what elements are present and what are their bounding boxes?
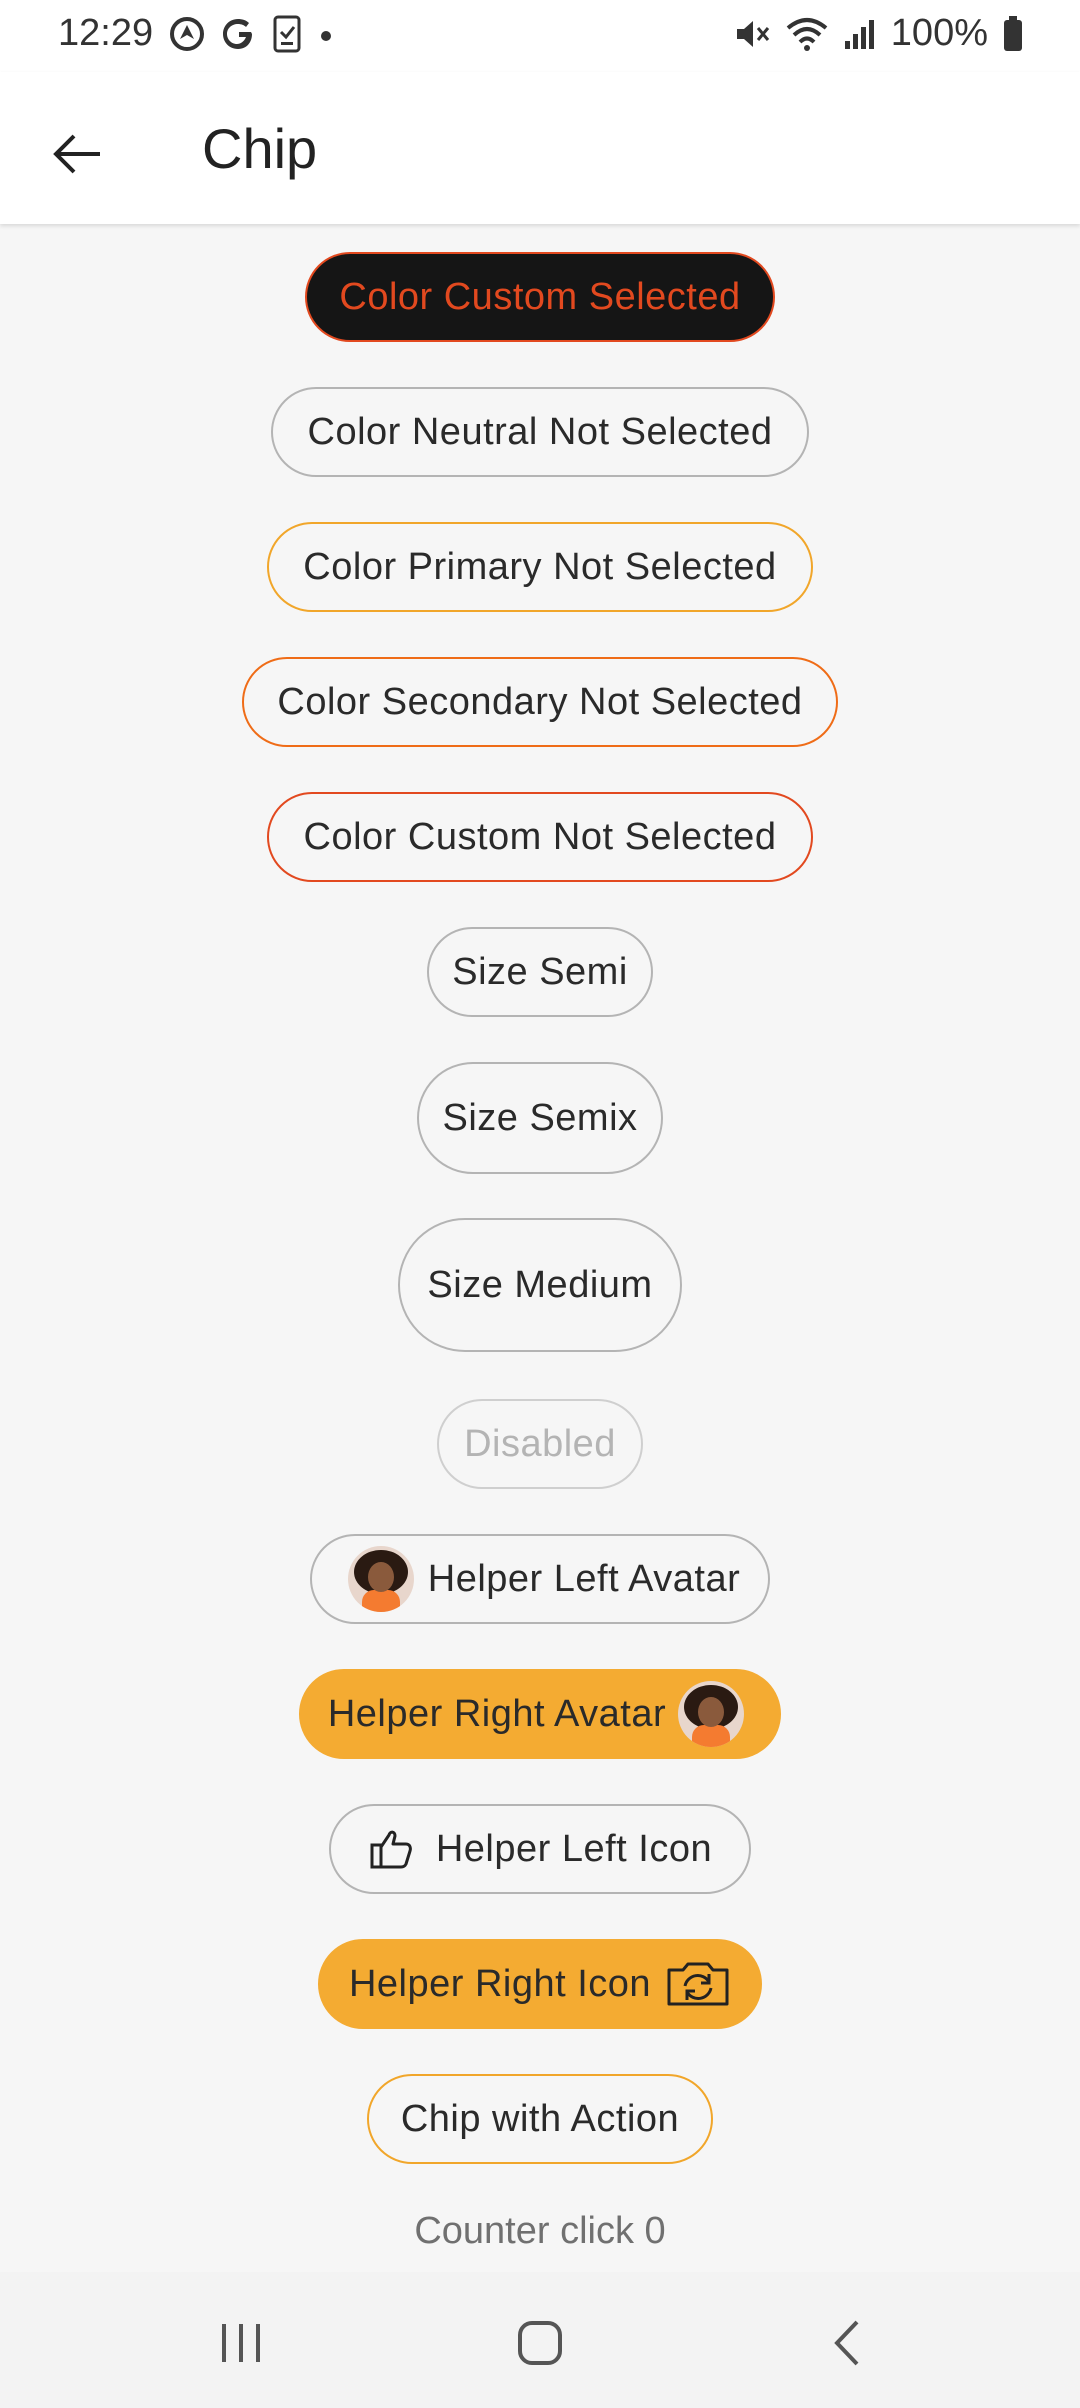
chip-label: Color Custom Selected [339,275,741,318]
battery-percent: 100% [890,12,988,54]
thumbs-up-icon [370,1830,412,1869]
signal-icon [843,17,877,51]
back-icon [834,2320,859,2366]
chip-label: Size Medium [427,1263,653,1306]
home-icon [518,2321,562,2365]
chip-color-primary-not-selected[interactable]: Color Primary Not Selected [267,522,813,612]
app-bar: Chip [0,72,1080,224]
chip-label: Helper Right Icon [348,1962,652,2005]
recent-apps-icon [222,2324,260,2362]
chip-label: Helper Left Icon [435,1827,713,1870]
chip-label: Color Secondary Not Selected [277,680,803,723]
status-left-icons [168,14,336,54]
chip-color-secondary-not-selected[interactable]: Color Secondary Not Selected [242,657,838,747]
status-bar: 12:29 100% [0,0,1080,72]
arrow-left-icon [53,134,100,174]
chip-label: Size Semix [442,1096,638,1139]
chip-label: Chip with Action [400,2097,680,2140]
chip-size-semi[interactable]: Size Semi [427,927,653,1017]
nav-bar [0,2272,1080,2408]
mute-icon [733,15,771,53]
google-icon [220,15,258,53]
chip-color-neutral-not-selected[interactable]: Color Neutral Not Selected [271,387,809,477]
location-icon [168,15,206,53]
chip-with-action[interactable]: Chip with Action [367,2074,713,2164]
back-button[interactable] [36,112,120,196]
avatar [347,1546,414,1612]
home-button[interactable] [485,2298,595,2388]
chip-label: Disabled [464,1422,616,1465]
recent-apps-button[interactable] [186,2298,296,2388]
chip-helper-left-avatar[interactable]: Helper Left Avatar [310,1534,770,1624]
chip-label: Helper Right Avatar [327,1692,667,1735]
chip-color-custom-not-selected[interactable]: Color Custom Not Selected [267,792,813,882]
wifi-icon [785,15,829,53]
chip-label: Color Primary Not Selected [303,545,777,588]
page-title: Chip [202,117,318,180]
avatar [678,1681,745,1747]
chip-size-semix[interactable]: Size Semix [417,1062,663,1174]
status-time: 12:29 [58,12,154,54]
dot-icon [316,24,336,44]
chip-color-custom-selected[interactable]: Color Custom Selected [305,252,775,342]
chip-label: Size Semi [452,950,628,993]
clipboard-check-icon [272,14,302,54]
chip-size-medium[interactable]: Size Medium [398,1218,682,1352]
chip-label: Helper Left Avatar [427,1557,741,1600]
nav-back-button[interactable] [792,2298,902,2388]
status-right-icons: 100% [733,12,1024,55]
battery-icon [1002,15,1024,53]
chip-helper-left-icon[interactable]: Helper Left Icon [329,1804,751,1894]
chip-label: Color Custom Not Selected [303,815,777,858]
camera-switch-icon [667,1962,729,2006]
counter-text: Counter click 0 [414,2210,666,2252]
chip-helper-right-avatar[interactable]: Helper Right Avatar [299,1669,781,1759]
chip-label: Color Neutral Not Selected [307,410,773,453]
chip-helper-right-icon[interactable]: Helper Right Icon [318,1939,762,2029]
chip-disabled: Disabled [437,1399,643,1489]
